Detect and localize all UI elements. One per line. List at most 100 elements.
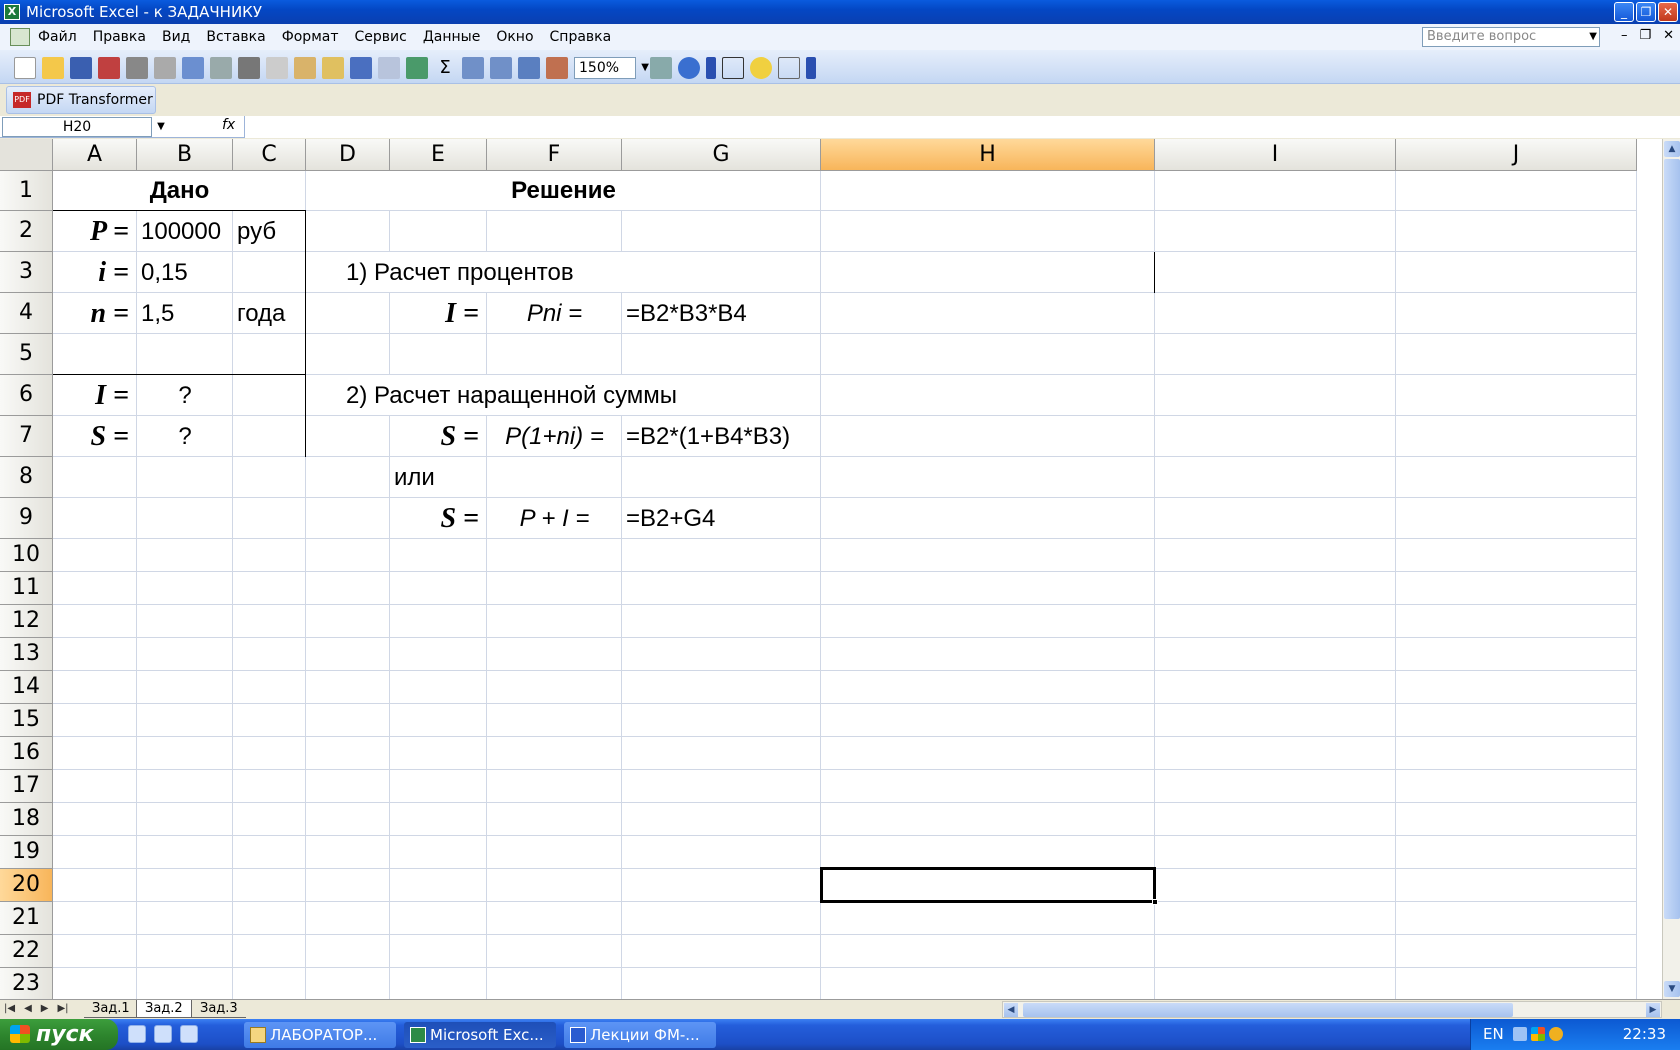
vertical-scrollbar[interactable]: ▲ ▼	[1662, 139, 1680, 999]
cut-icon[interactable]	[238, 57, 260, 79]
zoom-select[interactable]: 150% ▼	[574, 57, 649, 79]
borders-icon[interactable]	[778, 57, 800, 79]
sort-ascending-icon[interactable]	[462, 57, 484, 79]
column-header-f[interactable]: F	[487, 139, 622, 171]
autosum-icon[interactable]: Σ	[434, 57, 456, 79]
row-header-15[interactable]: 15	[0, 704, 53, 737]
column-header-i[interactable]: I	[1155, 139, 1396, 171]
menu-edit[interactable]: Правка	[93, 29, 146, 45]
row-header-17[interactable]: 17	[0, 770, 53, 803]
print-icon[interactable]	[126, 57, 148, 79]
row-header-20[interactable]: 20	[0, 869, 53, 902]
restore-button[interactable]: ❐	[1636, 2, 1656, 22]
row-header-19[interactable]: 19	[0, 836, 53, 869]
doc-restore-button[interactable]: ❐	[1639, 28, 1651, 43]
language-indicator[interactable]: EN	[1483, 1019, 1504, 1050]
sheet-tab-1[interactable]: Зад.1	[84, 1000, 138, 1018]
row-header-3[interactable]: 3	[0, 252, 53, 293]
toolbar-options-icon[interactable]	[706, 57, 716, 79]
research-icon[interactable]	[210, 57, 232, 79]
ask-question-input[interactable]: Введите вопрос ▼	[1422, 27, 1600, 47]
select-all-corner[interactable]	[0, 139, 53, 171]
tray-network-icon[interactable]	[1513, 1027, 1527, 1041]
menu-data[interactable]: Данные	[423, 29, 481, 45]
permission-icon[interactable]	[98, 57, 120, 79]
column-header-g[interactable]: G	[622, 139, 821, 171]
row-header-9[interactable]: 9	[0, 498, 53, 539]
vertical-scroll-thumb[interactable]	[1664, 159, 1680, 919]
drawing-icon[interactable]	[546, 57, 568, 79]
help-icon[interactable]	[678, 57, 700, 79]
tray-windows-icon[interactable]	[1531, 1027, 1545, 1041]
chevron-down-icon[interactable]: ▼	[1589, 28, 1597, 46]
menu-view[interactable]: Вид	[162, 29, 190, 45]
next-sheet-icon[interactable]: ▶	[41, 1003, 49, 1014]
row-header-1[interactable]: 1	[0, 171, 53, 211]
column-header-c[interactable]: C	[233, 139, 306, 171]
row-header-4[interactable]: 4	[0, 293, 53, 334]
menu-file[interactable]: Файл	[38, 29, 77, 45]
first-sheet-icon[interactable]: |◀	[4, 1003, 15, 1014]
scroll-right-icon[interactable]: ▶	[1646, 1003, 1660, 1017]
toolbar-options-icon-2[interactable]	[806, 57, 816, 79]
scroll-up-icon[interactable]: ▲	[1664, 141, 1680, 157]
row-header-11[interactable]: 11	[0, 572, 53, 605]
quick-launch-ie-icon[interactable]	[154, 1025, 172, 1043]
menu-window[interactable]: Окно	[496, 29, 533, 45]
fx-icon[interactable]: fx	[222, 117, 235, 133]
chevron-down-icon[interactable]: ▼	[641, 58, 649, 78]
column-header-d[interactable]: D	[306, 139, 390, 171]
row-header-23[interactable]: 23	[0, 968, 53, 999]
column-header-e[interactable]: E	[390, 139, 487, 171]
sort-descending-icon[interactable]	[490, 57, 512, 79]
spelling-icon[interactable]	[182, 57, 204, 79]
row-header-5[interactable]: 5	[0, 334, 53, 375]
menu-help[interactable]: Справка	[550, 29, 612, 45]
row-header-6[interactable]: 6	[0, 375, 53, 416]
row-header-14[interactable]: 14	[0, 671, 53, 704]
doc-close-button[interactable]: ✕	[1663, 28, 1674, 43]
quick-launch-outlook-icon[interactable]	[180, 1025, 198, 1043]
row-header-13[interactable]: 13	[0, 638, 53, 671]
spreadsheet-grid[interactable]: A B C D E F G H I J 1 2 3 4 5 6 7 8 9 10 11 12 13 14 15 16 17 18 19 2…	[0, 139, 1662, 999]
column-header-j[interactable]: J	[1396, 139, 1637, 171]
copy-icon[interactable]	[266, 57, 288, 79]
row-header-7[interactable]: 7	[0, 416, 53, 457]
print-preview-icon[interactable]	[154, 57, 176, 79]
menu-format[interactable]: Формат	[282, 29, 339, 45]
selected-cell[interactable]	[820, 867, 1156, 903]
chart-wizard-icon[interactable]	[518, 57, 540, 79]
column-header-a[interactable]: A	[53, 139, 137, 171]
redo-icon[interactable]	[378, 57, 400, 79]
new-icon[interactable]	[14, 57, 36, 79]
tray-antivirus-icon[interactable]	[1549, 1027, 1563, 1041]
row-header-21[interactable]: 21	[0, 902, 53, 935]
paste-icon[interactable]	[294, 57, 316, 79]
table-icon[interactable]	[650, 57, 672, 79]
chevron-down-icon[interactable]: ▼	[152, 117, 170, 137]
horizontal-scrollbar[interactable]: ◀ ▶	[1002, 1001, 1662, 1018]
scroll-left-icon[interactable]: ◀	[1004, 1003, 1018, 1017]
borders-grid-icon[interactable]	[722, 57, 744, 79]
hyperlink-icon[interactable]	[406, 57, 428, 79]
taskbar-item-folder[interactable]: ЛАБОРАТОР...	[244, 1022, 396, 1048]
undo-icon[interactable]	[350, 57, 372, 79]
doc-minimize-button[interactable]: –	[1621, 28, 1628, 43]
row-header-8[interactable]: 8	[0, 457, 53, 498]
lightbulb-icon[interactable]	[750, 57, 772, 79]
minimize-button[interactable]: _	[1614, 2, 1634, 22]
column-header-h[interactable]: H	[821, 139, 1155, 171]
workbook-icon[interactable]	[10, 28, 30, 46]
open-icon[interactable]	[42, 57, 64, 79]
quick-launch-desktop-icon[interactable]	[128, 1025, 146, 1043]
row-header-18[interactable]: 18	[0, 803, 53, 836]
taskbar-item-word[interactable]: Лекции ФМ-...	[564, 1022, 716, 1048]
formula-input[interactable]	[244, 116, 1680, 138]
sheet-tab-2[interactable]: Зад.2	[136, 1000, 192, 1018]
sheet-tab-3[interactable]: Зад.3	[192, 1000, 246, 1018]
pdf-transformer-button[interactable]: PDF PDF Transformer	[6, 86, 156, 114]
row-header-22[interactable]: 22	[0, 935, 53, 968]
format-painter-icon[interactable]	[322, 57, 344, 79]
horizontal-scroll-thumb[interactable]	[1023, 1003, 1513, 1017]
taskbar-item-excel[interactable]: Microsoft Exc...	[404, 1022, 556, 1048]
